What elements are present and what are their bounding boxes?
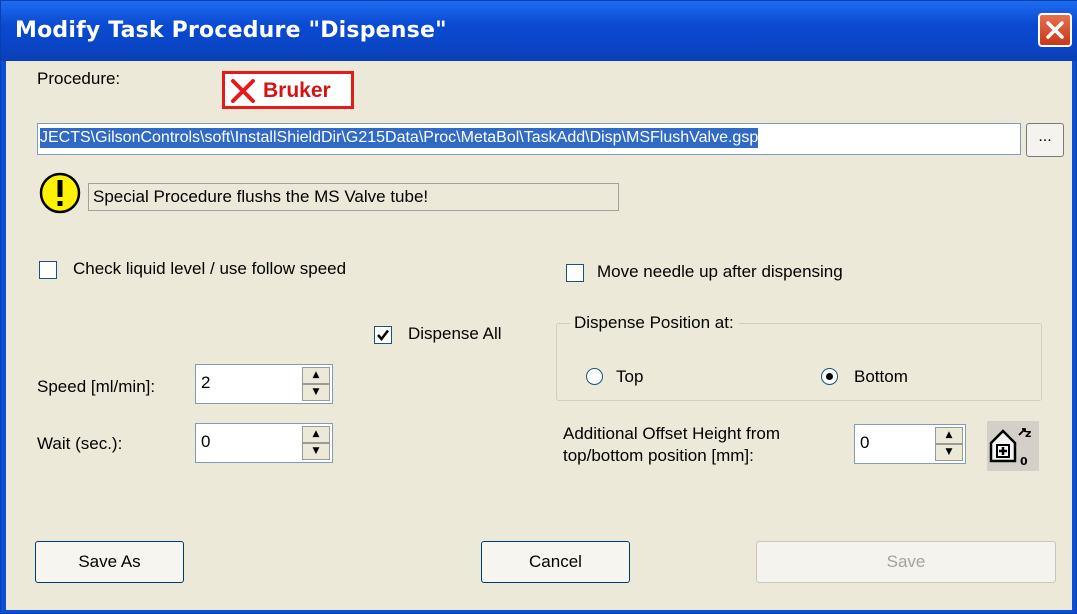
offset-down-button[interactable]: ▼ bbox=[935, 444, 963, 461]
procedure-label: Procedure: bbox=[37, 69, 121, 88]
close-button[interactable] bbox=[1038, 13, 1072, 47]
procedure-info-text: Special Procedure flushs the MS Valve tu… bbox=[88, 183, 619, 211]
wait-up-button[interactable]: ▲ bbox=[302, 426, 330, 443]
check-liquid-label: Check liquid level / use follow speed bbox=[73, 259, 347, 278]
dispense-position-group bbox=[556, 323, 1042, 401]
offset-stepper[interactable]: 0 ▲ ▼ bbox=[854, 424, 966, 464]
svg-text:0: 0 bbox=[1020, 455, 1028, 468]
offset-up-button[interactable]: ▲ bbox=[935, 427, 963, 444]
radio-top-label: Top bbox=[616, 367, 644, 386]
close-icon bbox=[1046, 21, 1064, 39]
move-needle-label: Move needle up after dispensing bbox=[597, 262, 843, 281]
title-bar[interactable]: Modify Task Procedure "Dispense" bbox=[1, 1, 1077, 61]
brand-logo: Bruker bbox=[222, 71, 354, 109]
wait-stepper[interactable]: 0 ▲ ▼ bbox=[195, 423, 333, 463]
wait-down-button[interactable]: ▼ bbox=[302, 443, 330, 460]
procedure-path-text: JECTS\GilsonControls\soft\InstallShieldD… bbox=[40, 128, 759, 148]
window-title: Modify Task Procedure "Dispense" bbox=[15, 18, 447, 43]
offset-label-line2: top/bottom position [mm]: bbox=[563, 446, 754, 465]
svg-text:z: z bbox=[1025, 427, 1031, 440]
exclamation-icon bbox=[39, 172, 81, 214]
wait-label: Wait (sec.): bbox=[37, 434, 123, 453]
brand-x-icon bbox=[231, 79, 255, 103]
speed-value: 2 bbox=[201, 373, 211, 392]
speed-stepper[interactable]: 2 ▲ ▼ bbox=[195, 364, 333, 404]
dispense-all-checkbox[interactable] bbox=[374, 326, 392, 344]
move-needle-checkbox[interactable] bbox=[566, 264, 584, 282]
wait-value: 0 bbox=[201, 432, 211, 451]
dispense-position-title: Dispense Position at: bbox=[570, 313, 738, 333]
cancel-button[interactable]: Cancel bbox=[481, 541, 630, 583]
check-liquid-checkbox[interactable] bbox=[39, 261, 57, 279]
dialog-window: Modify Task Procedure "Dispense" Procedu… bbox=[0, 0, 1077, 614]
brand-name: Bruker bbox=[263, 79, 331, 102]
dialog-body: Procedure: Bruker JECTS\GilsonControls\s… bbox=[6, 61, 1072, 610]
radio-bottom-label: Bottom bbox=[854, 367, 908, 386]
save-as-button[interactable]: Save As bbox=[35, 541, 184, 583]
speed-up-button[interactable]: ▲ bbox=[302, 367, 330, 384]
home-offset-icon: z 0 bbox=[987, 421, 1039, 471]
radio-bottom[interactable] bbox=[821, 368, 838, 385]
speed-down-button[interactable]: ▼ bbox=[302, 384, 330, 401]
save-button[interactable]: Save bbox=[756, 541, 1056, 583]
dispense-all-label: Dispense All bbox=[408, 324, 502, 343]
procedure-path-field[interactable]: JECTS\GilsonControls\soft\InstallShieldD… bbox=[37, 123, 1021, 155]
speed-label: Speed [ml/min]: bbox=[37, 377, 156, 396]
checkmark-icon bbox=[377, 329, 389, 341]
browse-button[interactable]: ... bbox=[1026, 123, 1064, 157]
offset-label-line1: Additional Offset Height from bbox=[563, 424, 781, 443]
offset-value: 0 bbox=[860, 433, 870, 452]
radio-top[interactable] bbox=[586, 368, 603, 385]
